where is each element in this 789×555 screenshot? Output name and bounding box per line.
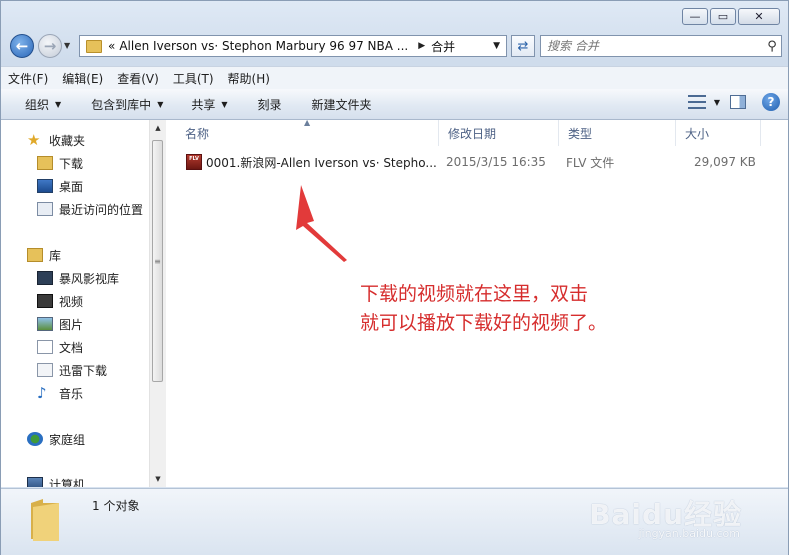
nav-item-computer[interactable]: 计算机: [27, 474, 85, 487]
nav-label: 计算机: [49, 477, 86, 488]
caption-buttons: — ▭ ✕: [680, 8, 780, 25]
dropdown-arrow-icon: ▼: [221, 99, 228, 109]
breadcrumb-parent[interactable]: Allen Iverson vs· Stephon Marbury 96 97 …: [119, 39, 408, 53]
annotation-line-1: 下载的视频就在这里，双击: [360, 283, 589, 305]
address-bar[interactable]: « Allen Iverson vs· Stephon Marbury 96 9…: [79, 35, 507, 57]
share-button[interactable]: 共享 ▼: [175, 96, 239, 113]
address-dropdown-icon[interactable]: ▼: [493, 41, 500, 51]
navigation-pane: ★ 收藏夹 下载 桌面 最近访问的位置 库 暴风影视库 视频 图片 文档 迅雷下…: [1, 120, 166, 487]
nav-label: 桌面: [59, 179, 84, 194]
back-button[interactable]: ←: [10, 34, 34, 58]
chevron-right-icon[interactable]: ▶: [418, 41, 425, 51]
computer-icon: [27, 477, 43, 487]
annotation-line-2: 就可以播放下载好的视频了。: [360, 312, 608, 334]
search-input[interactable]: [541, 38, 763, 54]
scroll-up-icon[interactable]: ▲: [150, 120, 166, 136]
watermark-url: jingyan.baidu.com: [638, 527, 740, 540]
item-count: 1 个对象: [92, 499, 140, 513]
recent-places-icon: [37, 202, 53, 216]
arrow-right-icon: →: [43, 37, 57, 55]
nav-label: 最近访问的位置: [59, 202, 144, 217]
share-label: 共享: [191, 97, 216, 112]
include-label: 包含到库中: [91, 97, 152, 112]
preview-pane-icon[interactable]: [730, 95, 746, 109]
menu-tools[interactable]: 工具(T): [166, 70, 221, 87]
nav-item-music[interactable]: ♪ 音乐: [37, 383, 83, 403]
libraries-icon: [27, 248, 43, 262]
view-options-icon[interactable]: [687, 95, 706, 109]
folder-icon: [31, 499, 59, 541]
minimize-button[interactable]: —: [682, 8, 708, 25]
refresh-icon: ⇄: [517, 38, 529, 54]
nav-item-xunlei[interactable]: 迅雷下载: [37, 360, 107, 380]
view-controls: ▼ ?: [687, 93, 780, 111]
close-button[interactable]: ✕: [738, 8, 780, 25]
nav-label: 暴风影视库: [59, 271, 120, 286]
nav-item-libraries[interactable]: 库: [27, 245, 61, 265]
menu-edit[interactable]: 编辑(E): [55, 70, 110, 87]
maximize-button[interactable]: ▭: [710, 8, 736, 25]
nav-label: 文档: [59, 340, 84, 355]
dropdown-arrow-icon: ▼: [157, 99, 164, 109]
breadcrumb-overflow[interactable]: «: [108, 39, 115, 53]
file-list: ▲ 名称 修改日期 类型 大小 FLV 0001.新浪网-Allen Ivers…: [166, 118, 788, 487]
include-in-library-button[interactable]: 包含到库中 ▼: [73, 96, 175, 113]
video-library-icon: [37, 271, 53, 285]
dropdown-arrow-icon: ▼: [55, 99, 62, 109]
scroll-down-icon[interactable]: ▼: [150, 471, 166, 487]
nav-label: 音乐: [59, 386, 84, 401]
download-folder-icon: [37, 363, 53, 377]
nav-label: 视频: [59, 294, 84, 309]
organize-label: 组织: [25, 97, 50, 112]
downloads-folder-icon: [37, 156, 53, 170]
nav-label: 图片: [59, 317, 84, 332]
menu-bar: 文件(F) 编辑(E) 查看(V) 工具(T) 帮助(H): [1, 66, 788, 90]
nav-item-downloads[interactable]: 下载: [37, 153, 83, 173]
nav-label: 迅雷下载: [59, 363, 108, 378]
music-note-icon: ♪: [37, 384, 47, 402]
details-pane: 1 个对象 Baidu经验 jingyan.baidu.com: [1, 488, 788, 555]
desktop-icon: [37, 179, 53, 193]
command-bar: 组织 ▼ 包含到库中 ▼ 共享 ▼ 刻录 新建文件夹 ▼ ?: [1, 89, 788, 120]
nav-item-homegroup[interactable]: 家庭组: [27, 429, 85, 449]
film-icon: [37, 294, 53, 308]
nav-label: 家庭组: [49, 432, 86, 447]
nav-item-pictures[interactable]: 图片: [37, 314, 83, 334]
nav-item-videos[interactable]: 视频: [37, 291, 83, 311]
scrollbar-thumb[interactable]: ≡: [152, 140, 163, 382]
document-icon: [37, 340, 53, 354]
nav-scrollbar[interactable]: ▲ ≡ ▼: [149, 120, 166, 487]
nav-item-documents[interactable]: 文档: [37, 337, 83, 357]
annotation-text: 下载的视频就在这里，双击 就可以播放下载好的视频了。: [360, 280, 607, 338]
nav-label: 库: [49, 248, 62, 263]
help-icon[interactable]: ?: [762, 93, 780, 111]
search-box[interactable]: ⚲: [540, 35, 782, 57]
star-icon: ★: [27, 131, 41, 149]
nav-item-baofeng[interactable]: 暴风影视库: [37, 268, 119, 288]
arrow-left-icon: ←: [15, 37, 29, 55]
organize-button[interactable]: 组织 ▼: [1, 96, 73, 113]
new-folder-button[interactable]: 新建文件夹: [294, 96, 384, 113]
folder-icon: [86, 39, 102, 53]
nav-label: 收藏夹: [49, 133, 86, 148]
nav-item-desktop[interactable]: 桌面: [37, 176, 83, 196]
nav-label: 下载: [59, 156, 84, 171]
view-dropdown-icon[interactable]: ▼: [714, 98, 720, 107]
recent-pages-dropdown[interactable]: ▼: [64, 41, 70, 50]
homegroup-icon: [27, 432, 43, 446]
nav-item-favorites[interactable]: ★ 收藏夹: [27, 130, 85, 150]
menu-help[interactable]: 帮助(H): [221, 70, 277, 87]
menu-view[interactable]: 查看(V): [110, 70, 166, 87]
search-icon[interactable]: ⚲: [763, 39, 781, 54]
refresh-button[interactable]: ⇄: [511, 35, 535, 57]
explorer-window: — ▭ ✕ ← → ▼ « Allen Iverson vs· Stephon …: [0, 0, 789, 555]
menu-file[interactable]: 文件(F): [1, 70, 55, 87]
nav-item-recent[interactable]: 最近访问的位置: [37, 199, 143, 219]
forward-button[interactable]: →: [38, 34, 62, 58]
burn-button[interactable]: 刻录: [240, 96, 294, 113]
picture-icon: [37, 317, 53, 331]
breadcrumb-current[interactable]: 合并: [431, 38, 455, 55]
